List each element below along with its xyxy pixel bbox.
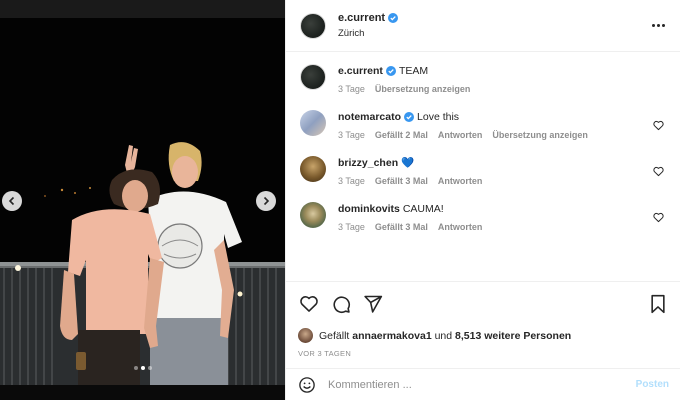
likes-count-button[interactable]: 8,513 weitere Personen: [455, 330, 571, 342]
caption: e.current TEAM 3 Tage Übersetzung anzeig…: [300, 64, 666, 94]
comment-line: dominkovits CAUMA!: [338, 202, 666, 216]
comment-body: notemarcato Love this 3 Tage Gefällt 2 M…: [338, 110, 666, 140]
more-options-button[interactable]: [648, 16, 668, 36]
comment-text: CAUMA!: [402, 203, 444, 215]
like-button[interactable]: [298, 293, 320, 315]
comment-body: brizzy_chen 💙 3 Tage Gefällt 3 Mal Antwo…: [338, 156, 666, 186]
carousel-dot: [133, 366, 138, 370]
heart-icon[interactable]: [653, 166, 664, 177]
comment-likes-button[interactable]: Gefällt 3 Mal: [375, 222, 428, 232]
share-icon: [364, 295, 383, 313]
comment-line: notemarcato Love this: [338, 110, 666, 124]
comment-input[interactable]: [328, 378, 636, 391]
comment-meta: 3 Tage Gefällt 3 Mal Antworten: [338, 176, 666, 186]
author-info: e.current Zürich: [338, 12, 648, 39]
bookmark-icon: [651, 294, 665, 314]
author-username[interactable]: e.current: [338, 12, 399, 24]
comment-icon: [333, 296, 351, 314]
heart-icon[interactable]: [653, 212, 664, 223]
comment-time[interactable]: 3 Tage: [338, 176, 365, 186]
comment-meta: 3 Tage Gefällt 3 Mal Antworten: [338, 222, 666, 232]
action-bar: [298, 292, 669, 316]
comment-line: brizzy_chen 💙: [338, 156, 666, 170]
comment-composer: Posten: [286, 368, 680, 400]
heart-icon[interactable]: [653, 120, 664, 131]
comment-avatar[interactable]: [300, 156, 326, 182]
carousel-prev-button[interactable]: [2, 191, 22, 211]
reply-button[interactable]: Antworten: [438, 130, 483, 140]
caption-line: e.current TEAM: [338, 64, 666, 78]
comment-likes-button[interactable]: Gefällt 2 Mal: [375, 130, 428, 140]
comment-text: 💙: [401, 157, 415, 169]
post-media[interactable]: [0, 0, 285, 400]
carousel-dot-active: [140, 366, 145, 370]
comment-time[interactable]: 3 Tage: [338, 222, 365, 232]
comment-avatar[interactable]: [300, 202, 326, 228]
post-dialog: e.current Zürich e.current TEAM 3 Tage Ü…: [0, 0, 680, 400]
comments-list: e.current TEAM 3 Tage Übersetzung anzeig…: [286, 52, 680, 282]
post-header: e.current Zürich: [286, 0, 680, 52]
share-button[interactable]: [362, 293, 384, 315]
comment-meta: 3 Tage Gefällt 2 Mal Antworten Übersetzu…: [338, 130, 666, 140]
comment-text: Love this: [417, 111, 460, 123]
comment-item: notemarcato Love this 3 Tage Gefällt 2 M…: [300, 110, 666, 140]
more-icon: [661, 24, 665, 27]
caption-time[interactable]: 3 Tage: [338, 84, 365, 94]
post-timestamp[interactable]: VOR 3 TAGEN: [298, 349, 669, 358]
comment-button[interactable]: [330, 293, 352, 315]
verified-icon: [404, 112, 415, 122]
post-location[interactable]: Zürich: [338, 28, 648, 39]
comment-username[interactable]: dominkovits: [338, 202, 400, 216]
caption-text: TEAM: [398, 65, 429, 77]
post-comment-button[interactable]: Posten: [636, 379, 669, 390]
caption-meta: 3 Tage Übersetzung anzeigen: [338, 84, 666, 94]
post-photo: [0, 0, 285, 400]
author-username-text[interactable]: e.current: [338, 12, 385, 24]
comment-time[interactable]: 3 Tage: [338, 130, 365, 140]
carousel-indicator: [0, 366, 285, 370]
author-avatar[interactable]: [300, 12, 326, 39]
comment-body: dominkovits CAUMA! 3 Tage Gefällt 3 Mal …: [338, 202, 666, 232]
translate-button[interactable]: Übersetzung anzeigen: [375, 84, 471, 94]
more-icon: [656, 24, 660, 27]
caption-avatar[interactable]: [300, 64, 326, 90]
heart-icon: [300, 296, 318, 312]
likes-middle: und: [434, 329, 453, 342]
likes-summary: Gefällt annaermakova1 und 8,513 weitere …: [298, 328, 669, 343]
comment-likes-button[interactable]: Gefällt 3 Mal: [375, 176, 428, 186]
caption-username[interactable]: e.current: [338, 64, 383, 78]
caption-body: e.current TEAM 3 Tage Übersetzung anzeig…: [338, 64, 666, 94]
comment-avatar[interactable]: [300, 110, 326, 136]
post-actions: Gefällt annaermakova1 und 8,513 weitere …: [286, 281, 680, 358]
liker-username[interactable]: annaermakova1: [352, 330, 431, 342]
comment-username[interactable]: notemarcato: [338, 110, 401, 124]
comment-username[interactable]: brizzy_chen: [338, 156, 398, 170]
reply-button[interactable]: Antworten: [438, 176, 483, 186]
verified-icon: [388, 13, 399, 23]
reply-button[interactable]: Antworten: [438, 222, 483, 232]
save-button[interactable]: [647, 293, 669, 315]
liker-avatar[interactable]: [298, 328, 313, 343]
comment-item: dominkovits CAUMA! 3 Tage Gefällt 3 Mal …: [300, 202, 666, 232]
chevron-left-icon: [8, 196, 15, 206]
translate-button[interactable]: Übersetzung anzeigen: [492, 130, 588, 140]
more-icon: [651, 24, 655, 27]
post-sidebar: e.current Zürich e.current TEAM 3 Tage Ü…: [285, 0, 680, 400]
emoji-icon[interactable]: [298, 376, 316, 394]
comment-item: brizzy_chen 💙 3 Tage Gefällt 3 Mal Antwo…: [300, 156, 666, 186]
carousel-dot: [147, 366, 152, 370]
chevron-right-icon: [263, 196, 270, 206]
verified-icon: [385, 66, 396, 76]
carousel-next-button[interactable]: [256, 191, 276, 211]
likes-prefix: Gefällt: [319, 329, 350, 342]
